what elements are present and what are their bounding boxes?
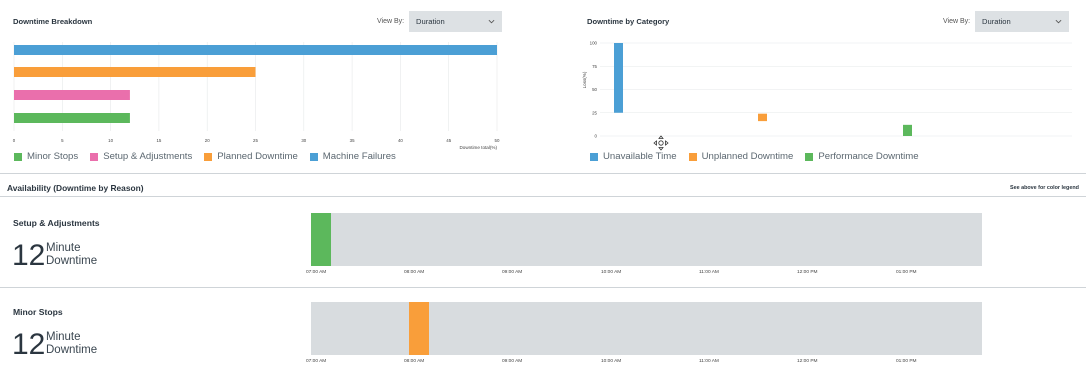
time-tick-label: 07:00 AM — [306, 270, 327, 275]
color-legend-note: See above for color legend — [1010, 185, 1079, 191]
time-tick-label: 08:00 AM — [404, 270, 425, 275]
availability-title: Availability (Downtime by Reason) — [7, 183, 144, 193]
y-tick-label: 100 — [590, 41, 598, 46]
time-tick-label: 09:00 AM — [502, 270, 523, 275]
bar-unplanned-downtime — [758, 113, 767, 122]
time-tick-label: 07:00 AM — [306, 359, 327, 364]
divider — [0, 173, 1086, 174]
bar-unavailable-time — [614, 43, 623, 113]
time-tick-label: 12:00 PM — [797, 359, 818, 364]
downtime-minutes-value: 12 — [12, 239, 46, 272]
downtime-unit-line2: Downtime — [46, 255, 98, 267]
legend-item-unavailable-time[interactable]: Unavailable Time — [590, 151, 677, 162]
time-tick-label: 10:00 AM — [601, 270, 622, 275]
reason-name: Minor Stops — [13, 307, 63, 317]
legend-swatch — [805, 152, 814, 161]
time-tick-label: 10:00 AM — [601, 359, 622, 364]
y-tick-label: 50 — [592, 87, 597, 92]
time-tick-label: 01:00 PM — [896, 359, 917, 364]
time-tick-label: 11:00 AM — [699, 270, 719, 275]
legend-label: Unplanned Downtime — [701, 151, 794, 162]
y-tick-label: 25 — [592, 110, 597, 115]
y-axis-title: Loss(%) — [582, 71, 587, 88]
y-tick-label: 0 — [595, 134, 598, 139]
downtime-unit-line1: Minute — [46, 242, 81, 254]
timeline-track[interactable] — [311, 213, 982, 266]
legend-swatch — [590, 152, 598, 161]
legend-item-unplanned-downtime[interactable]: Unplanned Downtime — [688, 151, 794, 162]
downtime-unit-line1: Minute — [46, 331, 81, 343]
time-tick-label: 09:00 AM — [502, 359, 523, 364]
reason-name: Setup & Adjustments — [13, 218, 100, 228]
time-tick-label: 12:00 PM — [797, 270, 818, 275]
legend-swatch — [688, 152, 697, 161]
category-legend: Unavailable Time Unplanned Downtime Perf… — [590, 151, 919, 162]
bar-performance-downtime — [903, 124, 912, 136]
y-tick-label: 75 — [592, 64, 597, 69]
time-tick-label: 11:00 AM — [699, 359, 719, 364]
legend-label: Performance Downtime — [818, 151, 919, 162]
downtime-segment[interactable] — [311, 213, 331, 266]
time-tick-label: 08:00 AM — [404, 359, 425, 364]
downtime-minutes-value: 12 — [12, 328, 46, 361]
downtime-unit-line2: Downtime — [46, 344, 98, 356]
divider — [0, 287, 1086, 288]
time-tick-label: 01:00 PM — [896, 270, 917, 275]
legend-label: Unavailable Time — [603, 151, 677, 162]
legend-item-performance-downtime[interactable]: Performance Downtime — [805, 151, 919, 162]
downtime-segment[interactable] — [409, 302, 430, 355]
divider — [0, 196, 1086, 197]
timeline-track[interactable] — [311, 302, 982, 355]
